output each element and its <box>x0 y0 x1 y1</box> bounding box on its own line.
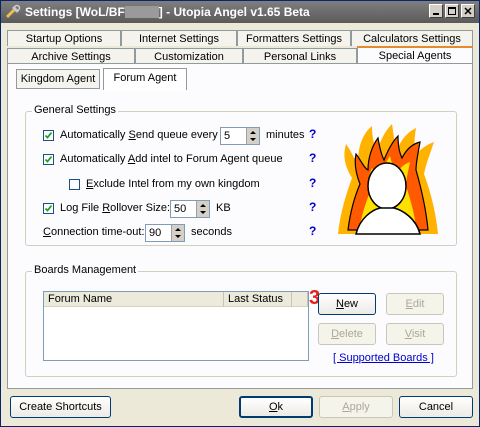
subtab-forum-agent[interactable]: Forum Agent <box>103 68 187 90</box>
delete-board-button[interactable]: Delete <box>318 323 376 345</box>
stepper-value: 90 <box>149 227 162 239</box>
create-shortcuts-button[interactable]: Create Shortcuts <box>10 396 111 418</box>
spin-arrows[interactable] <box>196 201 209 217</box>
flaming-head-icon <box>338 124 438 235</box>
minimize-button[interactable] <box>429 4 443 18</box>
general-settings-group: General Settings Automatically Send queu… <box>25 104 457 246</box>
up-down-arrow-icon <box>175 228 181 238</box>
exclude-intel-label: Exclude Intel from my own kingdom <box>86 178 260 190</box>
tab-formatters-settings[interactable]: Formatters Settings <box>237 30 351 46</box>
stepper-value: 50 <box>174 203 187 215</box>
help-icon[interactable]: ? <box>309 176 316 190</box>
supported-boards-link[interactable]: [ Supported Boards ] <box>333 352 434 364</box>
column-header-filler <box>292 292 308 307</box>
help-icon[interactable]: ? <box>309 127 316 141</box>
cancel-button[interactable]: Cancel <box>399 396 473 418</box>
spin-arrows[interactable] <box>171 225 184 241</box>
kb-label: KB <box>216 202 231 214</box>
tab-archive-settings[interactable]: Archive Settings <box>7 48 135 64</box>
add-intel-checkbox[interactable] <box>43 154 54 165</box>
tab-customization[interactable]: Customization <box>135 48 243 64</box>
group-title: General Settings <box>32 104 118 116</box>
tools-icon <box>5 4 21 19</box>
close-icon <box>464 7 472 15</box>
up-down-arrow-icon <box>250 131 256 141</box>
spin-arrows[interactable] <box>246 128 259 144</box>
tab-personal-links[interactable]: Personal Links <box>243 48 357 64</box>
boards-list[interactable]: Forum Name Last Status <box>43 291 309 361</box>
title-bar[interactable]: Settings [WoL/BF] - Utopia Angel v1.65 B… <box>1 1 479 23</box>
special-agents-panel: Kingdom Agent Forum Agent General Settin… <box>7 63 473 389</box>
window-title: Settings [WoL/BF] - Utopia Angel v1.65 B… <box>25 5 310 19</box>
maximize-icon <box>448 7 456 15</box>
boards-management-group: Boards Management Forum Name Last Status… <box>25 264 457 377</box>
send-queue-checkbox[interactable] <box>43 130 54 141</box>
timeout-label: Connection time-out: <box>43 226 145 238</box>
log-rollover-size-stepper[interactable]: 50 <box>170 200 210 218</box>
log-rollover-checkbox[interactable] <box>43 203 54 214</box>
exclude-intel-checkbox[interactable] <box>69 179 80 190</box>
maximize-button[interactable] <box>445 4 459 18</box>
ok-button[interactable]: Ok <box>239 396 313 418</box>
redacted-block <box>124 6 159 18</box>
log-rollover-label: Log File Rollover Size: <box>60 202 171 214</box>
up-down-arrow-icon <box>200 204 206 214</box>
group-title: Boards Management <box>32 264 139 276</box>
minimize-icon <box>433 13 439 15</box>
connection-timeout-stepper[interactable]: 90 <box>145 224 185 242</box>
checkmark-icon <box>44 155 53 163</box>
checkmark-icon <box>44 204 53 212</box>
stepper-value: 5 <box>224 130 231 142</box>
tab-internet-settings[interactable]: Internet Settings <box>121 30 237 46</box>
column-header-forum-name[interactable]: Forum Name <box>44 292 224 307</box>
help-icon[interactable]: ? <box>309 200 316 214</box>
tab-calculators-settings[interactable]: Calculators Settings <box>351 30 473 46</box>
help-icon[interactable]: ? <box>309 151 316 165</box>
visit-board-button[interactable]: Visit <box>386 323 444 345</box>
seconds-label: seconds <box>191 226 232 238</box>
close-button[interactable] <box>461 4 475 18</box>
send-queue-label: Automatically Send queue every <box>60 129 218 141</box>
tab-special-agents[interactable]: Special Agents <box>357 46 473 64</box>
subtab-kingdom-agent[interactable]: Kingdom Agent <box>16 69 100 89</box>
send-queue-interval-stepper[interactable]: 5 <box>220 127 260 145</box>
add-intel-label: Automatically Add intel to Forum Agent q… <box>60 153 283 165</box>
column-header-last-status[interactable]: Last Status <box>224 292 292 307</box>
help-icon[interactable]: ? <box>309 224 316 238</box>
new-board-button[interactable]: New <box>318 293 376 315</box>
edit-board-button[interactable]: Edit <box>386 293 444 315</box>
checkmark-icon <box>44 131 53 139</box>
tab-startup-options[interactable]: Startup Options <box>7 30 121 46</box>
apply-button[interactable]: Apply <box>319 396 393 418</box>
minutes-label: minutes <box>266 129 305 141</box>
settings-window: Settings [WoL/BF] - Utopia Angel v1.65 B… <box>0 0 480 427</box>
